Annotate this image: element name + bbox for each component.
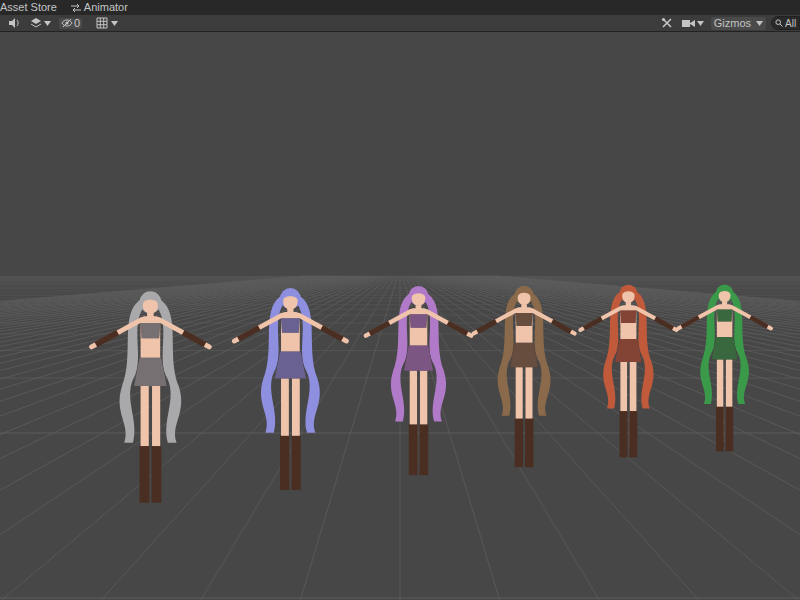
gizmos-label: Gizmos: [714, 17, 751, 30]
dropdown-icon: [756, 21, 763, 26]
tab[interactable]: Asset Store: [0, 0, 57, 15]
tab-label: Asset Store: [0, 1, 57, 14]
tab-label: Animator: [84, 1, 128, 14]
character[interactable]: [85, 288, 216, 506]
character-icon: [468, 283, 580, 470]
scene-view[interactable]: [0, 32, 800, 600]
character[interactable]: [468, 283, 580, 470]
hidden-count: 0: [74, 18, 80, 29]
effects-toggle[interactable]: [28, 17, 53, 29]
character-icon: [575, 282, 682, 460]
tab[interactable]: Animator: [71, 0, 128, 15]
character[interactable]: [673, 282, 776, 454]
search-input[interactable]: [785, 16, 799, 30]
character-icon: [85, 288, 216, 506]
dropdown-icon: [111, 21, 118, 26]
camera-toggle[interactable]: [680, 18, 706, 28]
dropdown-icon: [697, 21, 704, 26]
character[interactable]: [360, 283, 477, 478]
dropdown-icon: [44, 21, 51, 26]
search-icon: [775, 19, 783, 27]
character-icon: [228, 285, 353, 493]
character-icon: [673, 282, 776, 454]
scene-toolbar: 0 Gizmos: [0, 15, 800, 32]
animator-icon: [71, 4, 81, 12]
grid-icon: [96, 17, 108, 29]
hidden-objects-toggle[interactable]: 0: [59, 18, 82, 29]
grid-toggle[interactable]: [94, 17, 120, 29]
gizmos-dropdown[interactable]: Gizmos: [711, 17, 766, 30]
eye-slash-icon: [61, 18, 73, 28]
character-icon: [360, 283, 477, 478]
tab-bar: Asset Store Animator: [0, 0, 800, 15]
layers-icon: [30, 17, 42, 29]
character[interactable]: [575, 282, 682, 460]
camera-icon: [682, 18, 695, 28]
tools-icon: [661, 17, 673, 29]
search-field[interactable]: [771, 16, 800, 30]
speaker-icon: [8, 17, 20, 29]
character[interactable]: [228, 285, 353, 493]
audio-toggle[interactable]: [6, 17, 22, 29]
tools-toggle[interactable]: [659, 17, 675, 29]
